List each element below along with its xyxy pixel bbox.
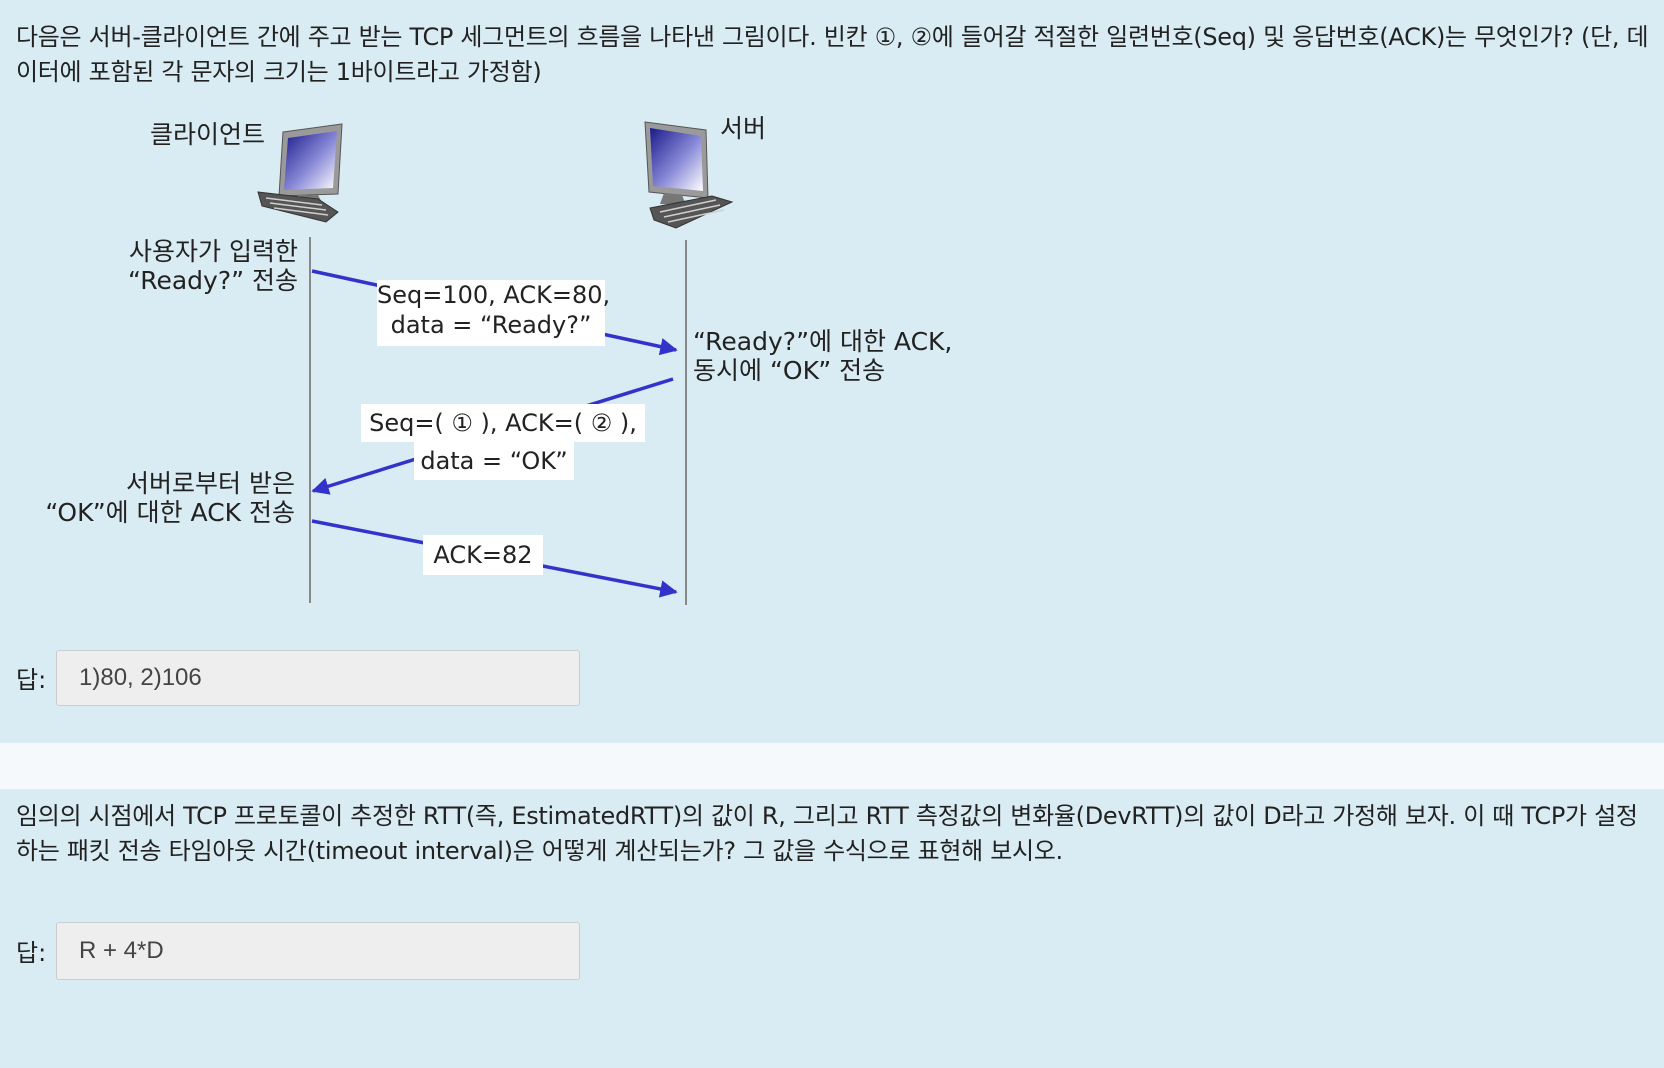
step-2-caption: “Ready?”에 대한 ACK, 동시에 “OK” 전송 (693, 327, 952, 385)
question-2-panel: 임의의 시점에서 TCP 프로토콜이 추정한 RTT(즉, EstimatedR… (0, 789, 1664, 1068)
answer-2-label: 답: (16, 939, 47, 967)
server-label: 서버 (720, 114, 767, 143)
segment-2-label-line-2: data = “OK” (414, 442, 574, 480)
segment-2-label-line-1: Seq=( ① ), ACK=( ② ), (361, 404, 645, 442)
step-1-line-1: 사용자가 입력한 (129, 237, 298, 266)
answer-1-label: 답: (16, 666, 47, 694)
step-2-line-2: 동시에 “OK” 전송 (693, 356, 886, 385)
question-1-panel: 다음은 서버-클라이언트 간에 주고 받는 TCP 세그먼트의 흐름을 나타낸 … (0, 0, 1664, 743)
segment-1-line-1: Seq=100, ACK=80, (377, 281, 611, 309)
step-3-line-2: “OK”에 대한 ACK 전송 (45, 498, 295, 527)
client-label: 클라이언트 (150, 120, 266, 149)
segment-1-line-2: data = “Ready?” (390, 311, 592, 339)
step-3-caption: 서버로부터 받은 “OK”에 대한 ACK 전송 (20, 469, 295, 527)
server-computer-icon (644, 121, 734, 229)
step-3-line-1: 서버로부터 받은 (126, 469, 295, 498)
section-divider (0, 743, 1664, 789)
tcp-segment-diagram: 클라이언트 서버 사용자가 입력한 “Ready?” 전송 Seq=100, A… (0, 0, 1000, 620)
client-computer-icon (257, 123, 343, 223)
answer-2-field[interactable]: R + 4*D (56, 922, 580, 980)
question-2-text: 임의의 시점에서 TCP 프로토콜이 추정한 RTT(즉, EstimatedR… (16, 802, 1638, 865)
step-1-caption: 사용자가 입력한 “Ready?” 전송 (80, 237, 298, 295)
segment-1-label: Seq=100, ACK=80, data = “Ready?” (377, 280, 611, 346)
step-2-line-1: “Ready?”에 대한 ACK, (693, 327, 953, 356)
segment-3-label: ACK=82 (423, 535, 543, 575)
answer-1-field[interactable]: 1)80, 2)106 (56, 650, 580, 706)
step-1-line-2: “Ready?” 전송 (128, 266, 298, 295)
